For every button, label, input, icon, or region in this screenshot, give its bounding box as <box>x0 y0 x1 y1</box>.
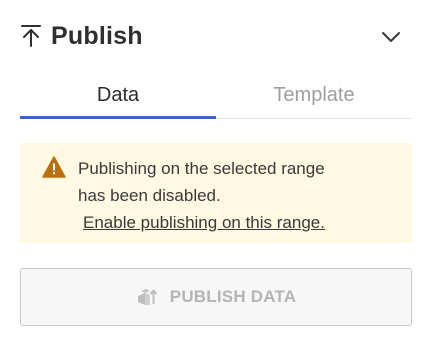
enable-publishing-link[interactable]: Enable publishing on this range. <box>83 209 325 236</box>
publish-data-button[interactable]: PUBLISH DATA <box>20 268 412 326</box>
chevron-down-icon[interactable] <box>380 26 402 48</box>
publish-icon <box>21 25 41 47</box>
warning-alert: Publishing on the selected range has bee… <box>20 143 412 243</box>
panel-header: Publish <box>20 18 412 54</box>
tab-bar: Data Template <box>20 81 412 119</box>
tab-data[interactable]: Data <box>20 81 216 119</box>
warning-icon <box>42 156 66 178</box>
alert-line-1: Publishing on the selected range <box>78 159 325 178</box>
alert-line-2: has been disabled. <box>78 186 221 205</box>
tab-template[interactable]: Template <box>216 81 412 118</box>
panel-title: Publish <box>51 21 143 50</box>
publish-data-icon <box>137 289 158 305</box>
publish-data-label: PUBLISH DATA <box>169 287 297 306</box>
publish-panel: Publish Data Template Publishing on the … <box>20 18 412 326</box>
alert-message: Publishing on the selected range has bee… <box>78 155 325 232</box>
